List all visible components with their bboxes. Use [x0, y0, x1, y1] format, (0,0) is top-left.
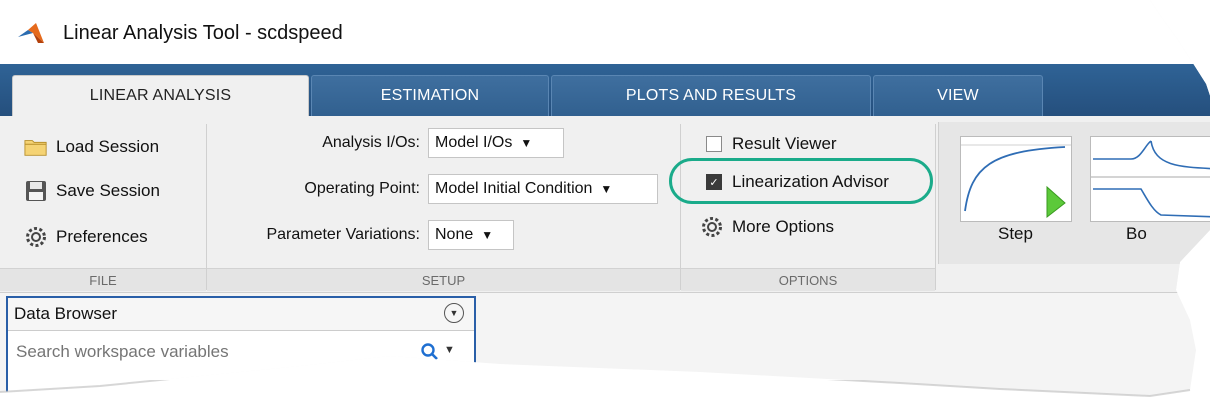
chevron-down-icon[interactable]: ▼ — [444, 344, 455, 356]
tab-linear-analysis[interactable]: LINEAR ANALYSIS — [12, 75, 309, 116]
tab-plots-and-results[interactable]: PLOTS AND RESULTS — [551, 75, 871, 116]
search-input[interactable] — [16, 342, 396, 362]
data-browser-title: Data Browser — [14, 304, 117, 323]
app-window: Linear Analysis Tool - scdspeed LINEAR A… — [0, 0, 1210, 396]
save-session-button[interactable]: Save Session — [24, 176, 160, 206]
tab-view[interactable]: VIEW — [873, 75, 1043, 116]
load-session-label: Load Session — [56, 137, 160, 156]
save-disk-icon — [24, 179, 48, 203]
parameter-variations-dropdown[interactable]: None ▼ — [428, 220, 514, 250]
more-options-label: More Options — [732, 217, 835, 236]
preferences-button[interactable]: Preferences — [24, 222, 148, 252]
gear-icon — [700, 215, 724, 239]
operating-point-value: Model Initial Condition — [435, 180, 593, 197]
load-session-button[interactable]: Load Session — [24, 132, 159, 162]
preferences-label: Preferences — [56, 227, 148, 246]
bode-plot-icon[interactable] — [1090, 136, 1210, 222]
chevron-down-icon: ▼ — [600, 182, 613, 196]
step-plot-label: Step — [998, 224, 1033, 243]
chevron-down-icon: ▼ — [481, 228, 494, 242]
parameter-variations-value: None — [435, 226, 474, 243]
options-section-label: OPTIONS — [681, 268, 935, 291]
more-options-button[interactable]: More Options — [700, 212, 834, 242]
checkbox-unchecked-icon — [706, 136, 722, 152]
callout-highlight-outline — [669, 158, 933, 204]
parameter-variations-label: Parameter Variations: — [266, 226, 420, 243]
operating-point-dropdown[interactable]: Model Initial Condition ▼ — [428, 174, 658, 204]
search-icon[interactable] — [420, 342, 440, 362]
section-divider — [680, 124, 681, 290]
folder-icon — [24, 135, 48, 159]
title-bar: Linear Analysis Tool - scdspeed — [0, 0, 1210, 64]
torn-edge-shadow — [0, 380, 1191, 398]
analysis-ios-value: Model I/Os — [435, 134, 513, 151]
tab-estimation[interactable]: ESTIMATION — [311, 75, 549, 116]
gear-icon — [24, 225, 48, 249]
section-divider — [206, 124, 207, 290]
data-browser-header: Data Browser ▼ — [8, 298, 474, 331]
operating-point-label: Operating Point: — [304, 180, 420, 197]
result-viewer-label: Result Viewer — [732, 134, 837, 153]
matlab-logo-icon — [18, 23, 44, 43]
window-title: Linear Analysis Tool - scdspeed — [63, 22, 343, 44]
file-section-label: FILE — [0, 268, 206, 291]
panel-menu-icon[interactable]: ▼ — [444, 303, 464, 323]
analysis-ios-dropdown[interactable]: Model I/Os ▼ — [428, 128, 564, 158]
chevron-down-icon: ▼ — [520, 136, 533, 150]
bode-plot-label: Bo — [1126, 224, 1147, 243]
save-session-label: Save Session — [56, 181, 160, 200]
setup-section-label: SETUP — [207, 268, 680, 291]
section-divider — [935, 124, 936, 290]
analysis-ios-label: Analysis I/Os: — [322, 134, 420, 151]
result-viewer-checkbox[interactable]: Result Viewer — [706, 134, 837, 154]
step-plot-icon[interactable] — [960, 136, 1072, 222]
